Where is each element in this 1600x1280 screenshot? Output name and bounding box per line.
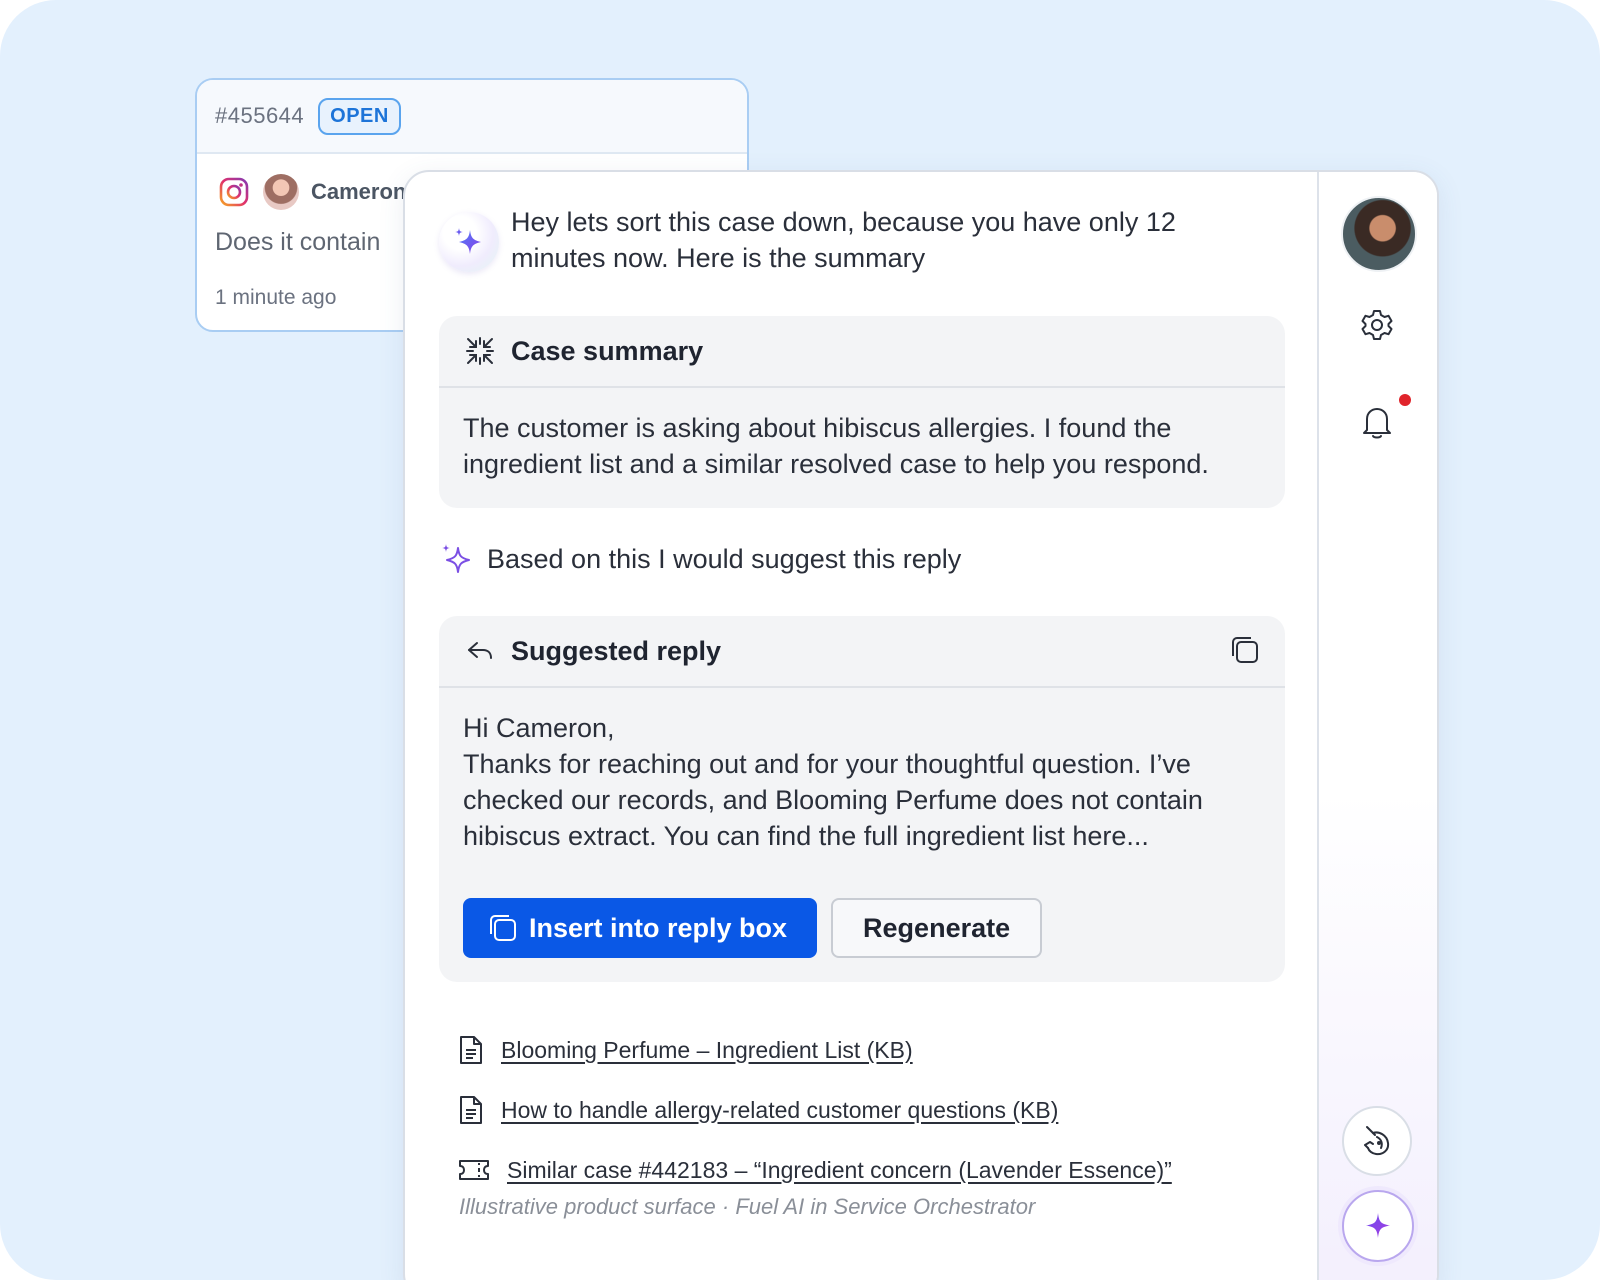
reply-greeting-line: Hi Cameron, xyxy=(463,713,615,743)
ai-assistant-button[interactable] xyxy=(1342,1190,1414,1262)
instagram-icon xyxy=(219,177,249,207)
message-preview: Does it contain xyxy=(215,228,381,256)
sparkle-icon xyxy=(452,225,486,259)
insert-reply-button[interactable]: Insert into reply box xyxy=(463,898,818,958)
reply-text: Thanks for reaching out and for your tho… xyxy=(463,749,1203,851)
case-summary-body: The customer is asking about hibiscus al… xyxy=(463,413,1209,479)
source-link[interactable]: How to handle allergy-related customer q… xyxy=(501,1097,1058,1124)
source-link[interactable]: Similar case #442183 – “Ingredient conce… xyxy=(507,1157,1172,1184)
suggested-reply-body: Hi Cameron, Thanks for reaching out and … xyxy=(439,688,1285,876)
assistant-greeting: Hey lets sort this case down, because yo… xyxy=(511,207,1176,273)
agent-avatar[interactable] xyxy=(1341,196,1417,272)
ticket-customer: Cameron xyxy=(219,174,406,210)
reply-actions: Insert into reply box Regenerate xyxy=(463,898,1043,958)
ticket-id: #455644 xyxy=(215,103,305,128)
collapse-arrows-icon xyxy=(465,336,495,366)
source-link-row: Similar case #442183 – “Ingredient conce… xyxy=(457,1140,1172,1200)
source-link[interactable]: Blooming Perfume – Ingredient List (KB) xyxy=(501,1037,913,1064)
unicorn-icon xyxy=(1359,1123,1395,1159)
customer-avatar xyxy=(263,174,299,210)
case-summary-title: Case summary xyxy=(511,335,704,366)
source-link-row: Blooming Perfume – Ingredient List (KB) xyxy=(457,1020,1172,1080)
suggested-reply-title: Suggested reply xyxy=(511,635,722,666)
copy-icon xyxy=(487,912,519,944)
gear-icon[interactable] xyxy=(1360,308,1394,342)
document-icon xyxy=(457,1094,485,1126)
ai-avatar xyxy=(439,212,499,272)
suggested-reply-header: Suggested reply xyxy=(439,616,1285,688)
sparkle-outline-icon xyxy=(439,542,473,576)
case-summary-header: Case summary xyxy=(439,316,1285,388)
status-badge: OPEN xyxy=(318,97,401,135)
bell-icon[interactable] xyxy=(1360,404,1394,440)
regenerate-button[interactable]: Regenerate xyxy=(831,898,1043,958)
copy-icon[interactable] xyxy=(1229,634,1261,666)
case-summary-card: Case summary The customer is asking abou… xyxy=(439,316,1285,508)
insert-reply-label: Insert into reply box xyxy=(529,912,788,943)
suggest-intro: Based on this I would suggest this reply xyxy=(439,542,961,576)
mascot-button[interactable] xyxy=(1342,1106,1412,1176)
suggest-intro-text: Based on this I would suggest this reply xyxy=(487,543,962,574)
reply-arrow-icon xyxy=(465,636,495,666)
notification-dot xyxy=(1399,394,1411,406)
sparkle-icon xyxy=(1361,1209,1395,1243)
suggested-reply-card: Suggested reply Hi Cameron, Thanks for r… xyxy=(439,616,1285,982)
assistant-panel: Hey lets sort this case down, because yo… xyxy=(403,170,1439,1280)
ticket-icon xyxy=(457,1156,491,1184)
ticket-header: #455644 OPEN xyxy=(197,80,747,154)
footer-note: Illustrative product surface · Fuel AI i… xyxy=(459,1194,1036,1219)
right-rail xyxy=(1317,172,1437,1280)
customer-name: Cameron xyxy=(311,179,407,204)
document-icon xyxy=(457,1034,485,1066)
source-link-row: How to handle allergy-related customer q… xyxy=(457,1080,1172,1140)
source-links: Blooming Perfume – Ingredient List (KB) … xyxy=(457,1020,1172,1200)
message-time: 1 minute ago xyxy=(215,286,337,309)
stage-background: #455644 OPEN Cameron Does it contain 1 m… xyxy=(0,0,1600,1280)
